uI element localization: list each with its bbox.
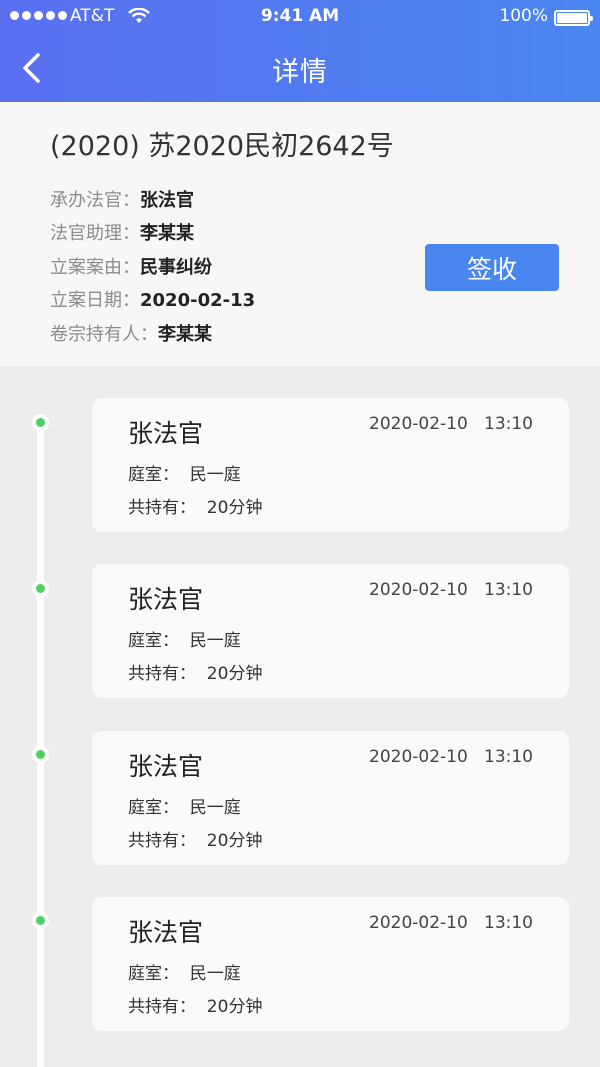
field-label: 立案案由：	[50, 257, 140, 278]
field-label: 法官助理：	[50, 223, 140, 244]
record-holder-name: 张法官	[128, 419, 204, 448]
field-value: 李某某	[140, 223, 194, 244]
case-info-panel: (2020) 苏2020民初2642号 承办法官：张法官 法官助理：李某某 立案…	[0, 102, 600, 366]
timeline-dot	[32, 912, 49, 929]
record-holder-name: 张法官	[128, 585, 204, 614]
timeline-dot	[32, 414, 49, 431]
holding-record-card[interactable]: 张法官 2020-02-10 13:10 庭室： 民一庭 共持有： 20分钟	[92, 564, 569, 698]
status-bar: AT&T 9:41 AM 100%	[0, 0, 600, 34]
record-room: 庭室： 民一庭	[128, 798, 241, 818]
battery-icon	[554, 10, 593, 26]
record-room: 庭室： 民一庭	[128, 964, 241, 984]
record-datetime: 2020-02-10 13:10	[369, 414, 533, 434]
field-label: 承办法官：	[50, 190, 140, 211]
sign-receive-button[interactable]: 签收	[425, 244, 559, 291]
record-datetime: 2020-02-10 13:10	[369, 913, 533, 933]
record-room: 庭室： 民一庭	[128, 465, 241, 485]
field-value: 2020-02-13	[140, 290, 256, 311]
record-duration: 共持有： 20分钟	[128, 498, 263, 518]
holding-record-card[interactable]: 张法官 2020-02-10 13:10 庭室： 民一庭 共持有： 20分钟	[92, 897, 569, 1031]
field-judge: 承办法官：张法官	[50, 186, 194, 212]
field-holder: 卷宗持有人：李某某	[50, 320, 212, 346]
record-holder-name: 张法官	[128, 918, 204, 947]
field-value: 张法官	[140, 190, 194, 211]
case-number-title: (2020) 苏2020民初2642号	[50, 131, 394, 162]
holding-record-card[interactable]: 张法官 2020-02-10 13:10 庭室： 民一庭 共持有： 20分钟	[92, 398, 569, 532]
field-assistant: 法官助理：李某某	[50, 219, 194, 245]
timeline-line	[37, 422, 44, 1067]
field-label: 立案日期：	[50, 290, 140, 311]
field-cause: 立案案由：民事纠纷	[50, 253, 212, 279]
battery-percent: 100%	[499, 6, 548, 26]
record-holder-name: 张法官	[128, 752, 204, 781]
record-datetime: 2020-02-10 13:10	[369, 580, 533, 600]
field-label: 卷宗持有人：	[50, 324, 158, 345]
timeline-dot	[32, 580, 49, 597]
record-room: 庭室： 民一庭	[128, 631, 241, 651]
record-datetime: 2020-02-10 13:10	[369, 747, 533, 767]
field-date: 立案日期：2020-02-13	[50, 286, 255, 312]
field-value: 李某某	[158, 324, 212, 345]
record-duration: 共持有： 20分钟	[128, 664, 263, 684]
record-duration: 共持有： 20分钟	[128, 831, 263, 851]
record-duration: 共持有： 20分钟	[128, 997, 263, 1017]
field-value: 民事纠纷	[140, 257, 212, 278]
page-title: 详情	[272, 57, 328, 88]
holding-record-card[interactable]: 张法官 2020-02-10 13:10 庭室： 民一庭 共持有： 20分钟	[92, 731, 569, 865]
app-header: AT&T 9:41 AM 100% 详情	[0, 0, 600, 102]
timeline-dot	[32, 746, 49, 763]
